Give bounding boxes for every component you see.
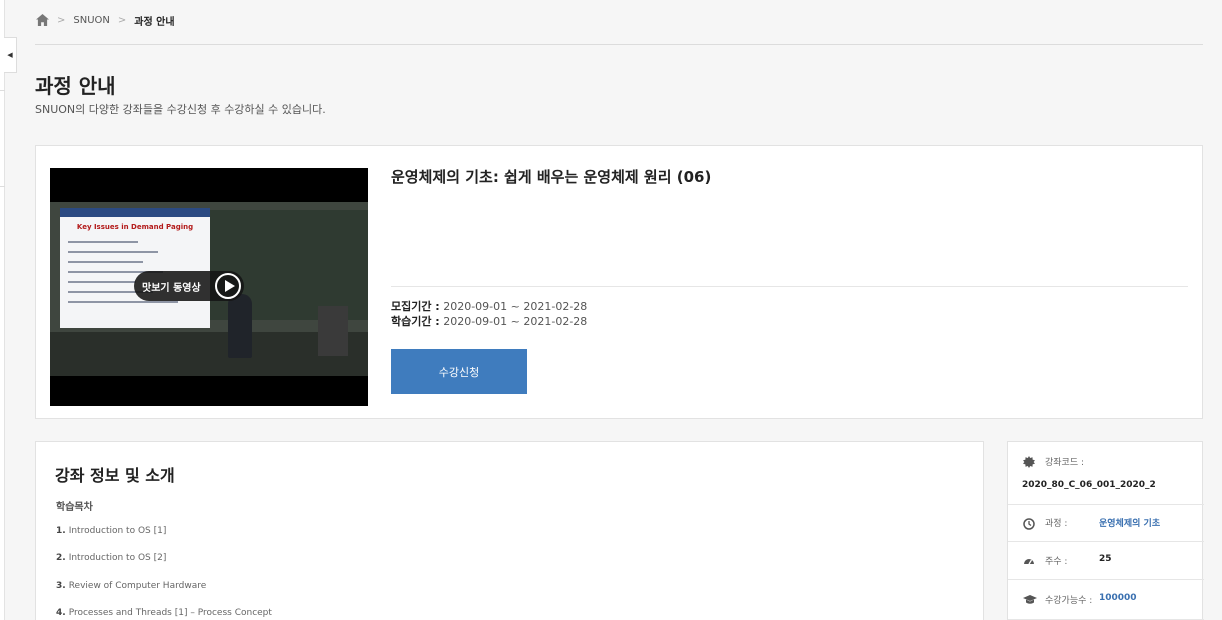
- list-item: 3. Review of Computer Hardware: [56, 580, 207, 591]
- gear-icon: [1023, 456, 1035, 468]
- intro-title: 강좌 정보 및 소개: [55, 466, 175, 485]
- recruit-period-value: 2020-09-01 ~ 2021-02-28: [443, 300, 588, 313]
- lecture-slide: Key Issues in Demand Paging: [60, 208, 210, 328]
- rail-divider: [0, 90, 5, 91]
- capacity-value: 100000: [1099, 593, 1137, 603]
- course-label: 과정 :: [1045, 519, 1068, 529]
- page-title: 과정 안내: [35, 74, 116, 98]
- list-item: 4. Processes and Threads [1] – Process Co…: [56, 607, 272, 618]
- weeks-label: 주수 :: [1045, 557, 1068, 567]
- course-summary-card: Key Issues in Demand Paging 맛보기 동영상 운영체제…: [35, 145, 1203, 419]
- lectern: [318, 306, 348, 356]
- dashboard-gauge-icon: [1024, 559, 1034, 565]
- course-code-value: 2020_80_C_06_001_2020_2: [1022, 480, 1156, 490]
- course-info-divider: [391, 286, 1188, 287]
- enroll-button[interactable]: 수강신청: [391, 349, 527, 394]
- home-icon[interactable]: [36, 14, 49, 26]
- weeks-value: 25: [1099, 554, 1112, 564]
- preview-video[interactable]: Key Issues in Demand Paging 맛보기 동영상: [50, 168, 368, 406]
- meta-row-course: 과정 : 운영체제의 기초: [1008, 505, 1204, 542]
- header-divider: [35, 44, 1203, 45]
- recruit-period: 모집기간 : 2020-09-01 ~ 2021-02-28: [391, 298, 587, 314]
- meta-row-weeks: 주수 : 25: [1008, 542, 1204, 580]
- study-period-label: 학습기간 :: [391, 315, 440, 328]
- course-intro-card: 강좌 정보 및 소개 학습목차 1. Introduction to OS [1]…: [35, 441, 984, 620]
- breadcrumb: > SNUON > 과정 안내: [36, 11, 175, 29]
- preview-video-label: 맛보기 동영상: [142, 282, 201, 294]
- capacity-label: 수강가능수 :: [1045, 596, 1093, 606]
- meta-row-code: 강좌코드 : 2020_80_C_06_001_2020_2: [1008, 442, 1204, 505]
- list-item: 2. Introduction to OS [2]: [56, 553, 167, 564]
- chevron-right-icon: >: [57, 14, 66, 26]
- collapse-sidebar-button[interactable]: ◀: [4, 37, 17, 73]
- page-subtitle: SNUON의 다양한 강좌들을 수강신청 후 수강하실 수 있습니다.: [35, 103, 326, 116]
- study-period: 학습기간 : 2020-09-01 ~ 2021-02-28: [391, 313, 587, 329]
- preview-video-button[interactable]: 맛보기 동영상: [134, 271, 244, 301]
- study-period-value: 2020-09-01 ~ 2021-02-28: [443, 315, 588, 328]
- recruit-period-label: 모집기간 :: [391, 300, 440, 313]
- left-rail: [0, 0, 5, 620]
- slide-title: Key Issues in Demand Paging: [76, 223, 194, 231]
- meta-row-capacity: 수강가능수 : 100000: [1008, 580, 1204, 620]
- rail-divider: [0, 186, 5, 187]
- play-icon[interactable]: [215, 273, 241, 299]
- breadcrumb-item-snuon[interactable]: SNUON: [73, 15, 110, 26]
- graduation-cap-icon: [1023, 595, 1037, 604]
- breadcrumb-current: 과정 안내: [134, 16, 175, 28]
- outline-heading: 학습목차: [56, 502, 93, 513]
- course-meta-panel: 강좌코드 : 2020_80_C_06_001_2020_2 과정 : 운영체제…: [1007, 441, 1204, 620]
- clock-icon: [1023, 518, 1035, 530]
- list-item: 1. Introduction to OS [1]: [56, 526, 167, 536]
- course-name: 운영체제의 기초: 쉽게 배우는 운영체제 원리 (06): [391, 168, 712, 186]
- course-code-label: 강좌코드 :: [1045, 458, 1085, 468]
- chevron-right-icon: >: [117, 14, 127, 26]
- chevron-left-icon: ◀: [7, 51, 13, 59]
- lecturer-figure: [228, 294, 252, 358]
- course-link[interactable]: 운영체제의 기초: [1099, 516, 1160, 529]
- outline-list: 1. Introduction to OS [1] 2. Introduction …: [56, 526, 272, 620]
